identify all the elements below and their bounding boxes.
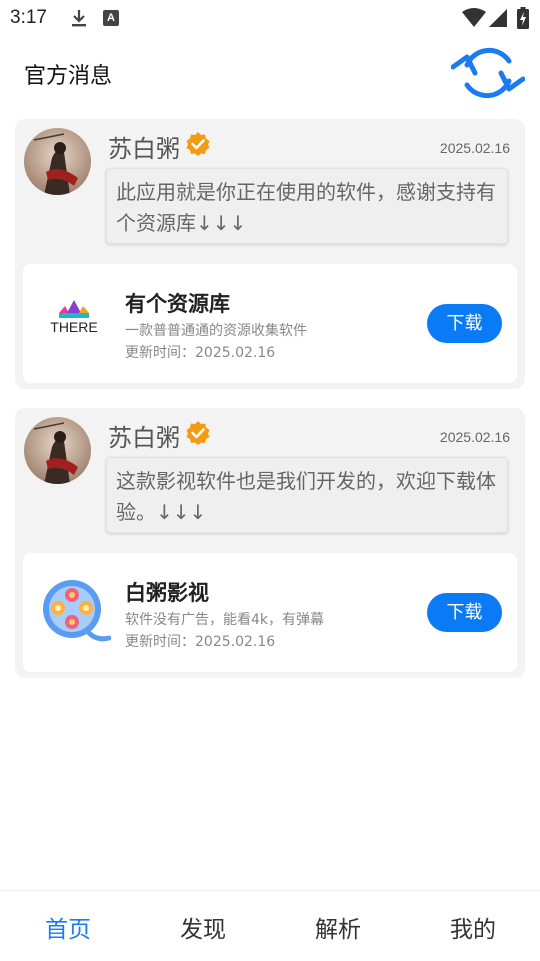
there-logo: THERE: [37, 286, 111, 360]
app-updated: 更新时间：2025.02.16: [125, 345, 276, 361]
nav-parse[interactable]: 解析: [315, 910, 361, 944]
app-name: 白粥影视: [125, 581, 209, 605]
author-name: 苏白粥: [108, 135, 180, 163]
nav-mine[interactable]: 我的: [450, 910, 496, 944]
film-reel-icon: [37, 575, 112, 649]
nav-home[interactable]: 首页: [45, 910, 91, 944]
author-name: 苏白粥: [108, 424, 180, 452]
message-card: 苏白粥 2025.02.16 这款影视软件也是我们开发的，欢迎下载体验。↓↓↓ …: [15, 408, 525, 678]
message-bubble: 此应用就是你正在使用的软件，感谢支持有个资源库↓↓↓: [106, 168, 508, 244]
avatar: [24, 417, 91, 484]
app-description: 软件没有广告，能看4k，有弹幕: [125, 612, 325, 628]
app-name: 有个资源库: [125, 292, 230, 316]
post-date: 2025.02.16: [439, 140, 510, 156]
refresh-icon[interactable]: [450, 43, 526, 103]
verified-icon: [185, 420, 211, 446]
app-card[interactable]: THERE 有个资源库 一款普普通通的资源收集软件 更新时间：2025.02.1…: [23, 264, 517, 383]
svg-text:THERE: THERE: [50, 319, 97, 335]
message-card: 苏白粥 2025.02.16 此应用就是你正在使用的软件，感谢支持有个资源库↓↓…: [15, 119, 525, 389]
avatar: [24, 128, 91, 195]
download-button[interactable]: 下载: [427, 304, 502, 343]
page-title: 官方消息: [24, 64, 113, 89]
nav-discover[interactable]: 发现: [180, 910, 226, 944]
wifi-icon: [462, 8, 486, 32]
keyboard-icon: A: [103, 10, 119, 26]
status-time: 3:17: [10, 7, 47, 28]
status-bar: 3:17 A: [0, 0, 540, 36]
bottom-nav: 首页 发现 解析 我的: [0, 890, 540, 961]
signal-icon: [488, 8, 508, 32]
app-updated: 更新时间：2025.02.16: [125, 634, 276, 650]
download-button[interactable]: 下载: [427, 593, 502, 632]
download-icon: [70, 8, 88, 32]
post-date: 2025.02.16: [439, 429, 510, 445]
battery-icon: [517, 7, 529, 33]
app-description: 一款普普通通的资源收集软件: [125, 323, 307, 339]
message-bubble: 这款影视软件也是我们开发的，欢迎下载体验。↓↓↓: [106, 457, 508, 533]
app-card[interactable]: 白粥影视 软件没有广告，能看4k，有弹幕 更新时间：2025.02.16 下载: [23, 553, 517, 672]
verified-icon: [185, 131, 211, 157]
